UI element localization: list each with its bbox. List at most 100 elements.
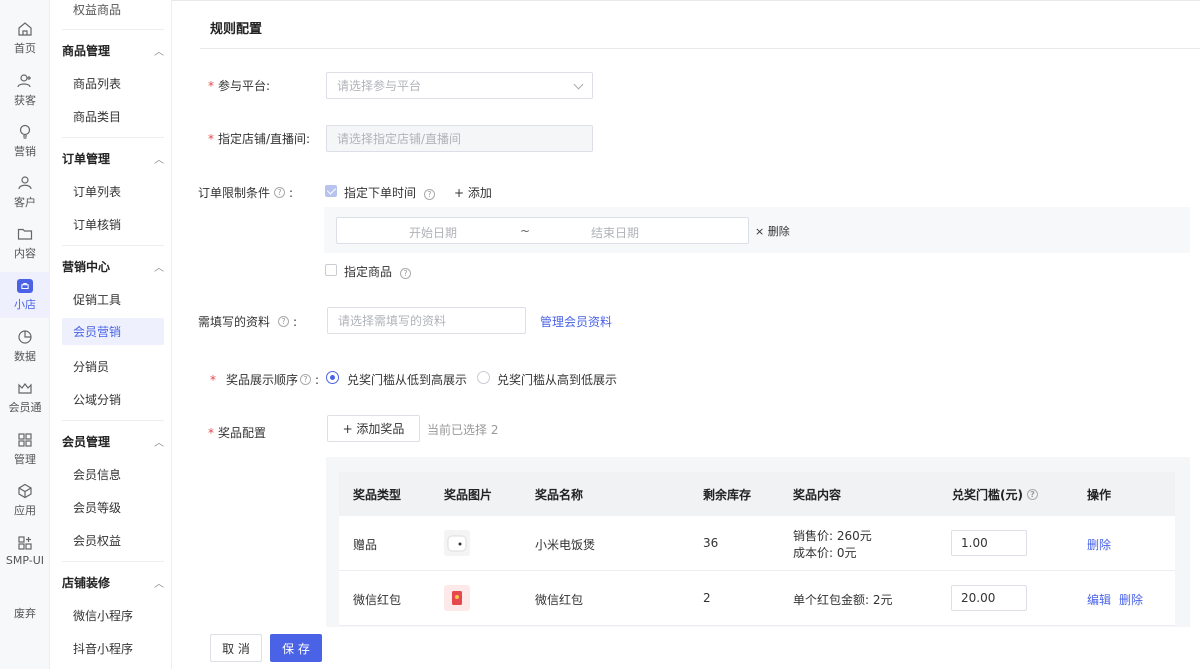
chevron-up-icon: ︿ <box>154 438 164 449</box>
rail-label: 营销 <box>14 144 36 158</box>
rail-item-apps[interactable]: 应用 <box>0 476 50 524</box>
table-row: 赠品 小米电饭煲 36 销售价: 260元 成本价: 0元 1.00 删除 <box>339 516 1175 571</box>
user-icon <box>18 175 32 189</box>
submenu-group-members[interactable]: 会员管理 ︿ <box>62 433 164 450</box>
store-select[interactable]: 请选择指定店铺/直播间 <box>326 125 593 152</box>
cancel-button[interactable]: 取 消 <box>210 634 262 662</box>
rail-item-content[interactable]: 内容 <box>0 219 50 267</box>
chevron-up-icon: ︿ <box>154 579 164 590</box>
order-low-high-radio[interactable] <box>326 371 339 384</box>
store-placeholder: 请选择指定店铺/直播间 <box>337 132 462 146</box>
help-icon[interactable]: ? <box>300 374 312 385</box>
cell-content-line1: 销售价: 260元 <box>793 529 872 543</box>
submenu-item[interactable]: 会员等级 <box>73 499 121 516</box>
info-select[interactable]: 请选择需填写的资料 <box>327 307 526 334</box>
cell-type: 微信红包 <box>353 593 402 607</box>
rail-label: SMP-UI <box>5 554 45 567</box>
submenu-item[interactable]: 抖音小程序 <box>73 640 133 657</box>
submenu-item[interactable]: 会员权益 <box>73 532 121 549</box>
goods-label: 指定商品? <box>344 263 412 280</box>
date-range-picker[interactable]: 开始日期 ~ 结束日期 <box>336 217 749 244</box>
rail-item-data[interactable]: 数据 <box>0 322 50 370</box>
col-header: 剩余库存 <box>703 488 752 502</box>
rail-item-manage[interactable]: 管理 <box>0 425 50 473</box>
submenu-item[interactable]: 商品列表 <box>73 75 121 92</box>
col-header-threshold: 兑奖门槛(元)? <box>952 486 1038 503</box>
submenu-item[interactable]: 订单核销 <box>73 216 121 233</box>
goods-checkbox[interactable] <box>325 264 337 276</box>
end-date-placeholder[interactable]: 结束日期 <box>591 224 639 241</box>
rail-item-smp-ui[interactable]: SMP-UI <box>0 527 50 575</box>
threshold-input[interactable]: 1.00 <box>951 530 1027 556</box>
cube-icon <box>18 483 32 498</box>
submenu-group-decor[interactable]: 店铺装修 ︿ <box>62 574 164 591</box>
submenu-group-orders[interactable]: 订单管理 ︿ <box>62 150 164 167</box>
required-mark: * <box>210 372 216 387</box>
delete-link[interactable]: 删除 <box>1087 536 1111 553</box>
edit-link[interactable]: 编辑 <box>1087 591 1111 608</box>
help-icon[interactable]: ? <box>424 189 436 200</box>
prize-order-label: * 奖品展示顺序?: <box>210 372 320 388</box>
help-icon[interactable]: ? <box>1026 489 1038 500</box>
order-low-high-label[interactable]: 兑奖门槛从低到高展示 <box>347 371 467 388</box>
rail-item-acquire[interactable]: 获客 <box>0 66 50 114</box>
col-header: 操作 <box>1087 488 1112 502</box>
chevron-up-icon: ︿ <box>154 263 164 274</box>
home-icon <box>18 21 32 36</box>
submenu-item[interactable]: 微信小程序 <box>73 607 133 624</box>
submenu-item[interactable]: 会员信息 <box>73 466 121 483</box>
divider <box>62 420 164 421</box>
rail-item-shop[interactable]: 小店 <box>0 272 50 318</box>
rail-item-deprecated[interactable]: 废弃 <box>0 589 50 637</box>
manage-member-info-link[interactable]: 管理会员资料 <box>540 313 612 330</box>
divider <box>62 561 164 562</box>
help-icon[interactable]: ? <box>400 268 412 279</box>
add-prize-button[interactable]: + 添加奖品 <box>327 415 420 442</box>
submenu-item[interactable]: 订单列表 <box>73 183 121 200</box>
add-condition-link[interactable]: + 添加 <box>454 184 492 201</box>
order-high-low-radio[interactable] <box>477 371 490 384</box>
order-high-low-label[interactable]: 兑奖门槛从高到低展示 <box>497 371 617 388</box>
submenu-group-goods[interactable]: 商品管理 ︿ <box>62 42 164 59</box>
rail-label: 首页 <box>14 41 36 55</box>
submenu-item[interactable]: 促销工具 <box>73 291 121 308</box>
rail-item-member-pass[interactable]: 会员通 <box>0 373 50 421</box>
submenu-item[interactable]: 权益商品 <box>73 1 121 18</box>
save-button[interactable]: 保 存 <box>270 634 322 662</box>
threshold-input[interactable]: 20.00 <box>951 585 1027 611</box>
chevron-up-icon: ︿ <box>154 155 164 166</box>
help-icon[interactable]: ? <box>278 316 290 327</box>
submenu-item[interactable]: 分销员 <box>73 358 109 375</box>
order-time-checkbox[interactable] <box>325 185 337 197</box>
sub-menu: 权益商品 商品管理 ︿ 商品列表 商品类目 订单管理 ︿ 订单列表 订单核销 营销中… <box>50 0 172 669</box>
rail-item-home[interactable]: 首页 <box>0 14 50 62</box>
submenu-item-active[interactable]: 会员营销 <box>62 318 164 345</box>
rail-item-marketing[interactable]: 营销 <box>0 117 50 165</box>
required-mark: * <box>208 425 214 440</box>
rail-label: 获客 <box>14 93 36 107</box>
order-limit-label: 订单限制条件?: <box>198 185 294 201</box>
rail-label: 客户 <box>14 195 36 209</box>
start-date-placeholder[interactable]: 开始日期 <box>409 224 457 241</box>
table-row: 微信红包 微信红包 2 单个红包金额: 2元 20.00 编辑 删除 <box>339 571 1175 626</box>
divider <box>62 29 164 30</box>
chevron-up-icon: ︿ <box>154 47 164 58</box>
rail-label: 会员通 <box>8 400 42 414</box>
rail-label: 小店 <box>14 297 36 311</box>
rail-label: 内容 <box>14 246 36 260</box>
submenu-item[interactable]: 公域分销 <box>73 391 121 408</box>
platform-select[interactable]: 请选择参与平台 <box>326 72 593 99</box>
required-mark: * <box>208 131 214 146</box>
cell-stock: 36 <box>703 536 719 550</box>
delete-link[interactable]: 删除 <box>1119 591 1143 608</box>
delete-condition-link[interactable]: × 删除 <box>755 223 790 239</box>
help-icon[interactable]: ? <box>274 187 286 198</box>
pie-chart-icon <box>18 329 32 344</box>
red-envelope-image <box>444 585 470 611</box>
cell-name: 小米电饭煲 <box>535 538 596 552</box>
submenu-item[interactable]: 商品类目 <box>73 108 121 125</box>
rail-item-customer[interactable]: 客户 <box>0 168 50 216</box>
divider <box>62 137 164 138</box>
submenu-group-marketing[interactable]: 营销中心 ︿ <box>62 258 164 275</box>
rice-cooker-image <box>444 530 470 556</box>
